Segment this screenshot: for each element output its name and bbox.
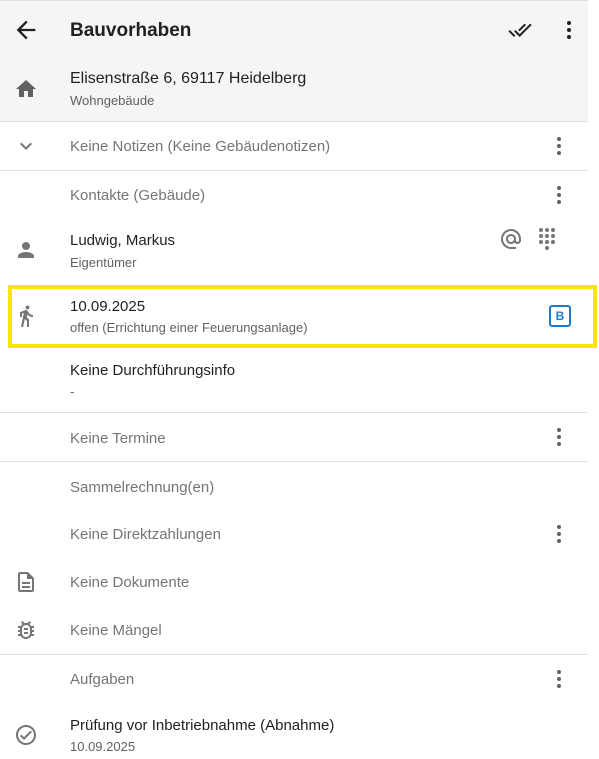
invoices-row[interactable]: Sammelrechnung(en) xyxy=(0,462,588,510)
defects-row[interactable]: Keine Mängel xyxy=(0,606,588,654)
task-title: Prüfung vor Inbetriebnahme (Abnahme) xyxy=(70,717,335,734)
appointments-more-icon[interactable] xyxy=(549,425,569,449)
execution-label: Keine Durchführungsinfo xyxy=(70,362,236,379)
documents-row[interactable]: Keine Dokumente xyxy=(0,558,588,606)
address-line: Elisenstraße 6, 69117 Heidelberg xyxy=(70,70,307,87)
document-icon xyxy=(18,572,34,592)
payments-label: Keine Direktzahlungen xyxy=(70,526,221,543)
defects-label: Keine Mängel xyxy=(70,622,162,639)
page-title: Bauvorhaben xyxy=(70,20,192,41)
app-bar: Bauvorhaben xyxy=(0,0,588,60)
address-row[interactable]: Elisenstraße 6, 69117 Heidelberg Wohngeb… xyxy=(0,60,588,121)
email-at-icon[interactable] xyxy=(499,227,523,251)
documents-label: Keine Dokumente xyxy=(70,574,190,591)
back-arrow-icon[interactable] xyxy=(12,16,40,44)
done-all-icon[interactable] xyxy=(506,18,534,42)
building-type: Wohngebäude xyxy=(70,93,155,108)
tasks-header: Aufgaben xyxy=(0,655,588,703)
notes-more-icon[interactable] xyxy=(549,134,569,158)
more-vert-icon[interactable] xyxy=(559,18,579,42)
dialpad-icon[interactable] xyxy=(535,225,559,251)
tasks-label: Aufgaben xyxy=(70,671,135,688)
appointments-label: Keine Termine xyxy=(70,430,166,447)
tasks-more-icon[interactable] xyxy=(549,667,569,691)
payments-row[interactable]: Keine Direktzahlungen xyxy=(0,510,588,558)
contact-role: Eigentümer xyxy=(70,255,137,270)
notes-row[interactable]: Keine Notizen (Keine Gebäudenotizen) xyxy=(0,122,588,170)
contact-name: Ludwig, Markus xyxy=(70,232,176,249)
execution-info-row[interactable]: Keine Durchführungsinfo - xyxy=(0,352,588,412)
payments-more-icon[interactable] xyxy=(549,522,569,546)
home-icon xyxy=(16,80,36,97)
execution-value: - xyxy=(70,384,75,399)
selection-highlight xyxy=(8,285,597,348)
task-item-row[interactable]: Prüfung vor Inbetriebnahme (Abnahme) 10.… xyxy=(0,703,588,759)
contacts-header: Kontakte (Gebäude) xyxy=(0,171,588,219)
bug-icon xyxy=(18,621,34,639)
task-date: 10.09.2025 xyxy=(70,739,136,754)
notes-label: Keine Notizen (Keine Gebäudenotizen) xyxy=(70,138,331,155)
chevron-down-icon[interactable] xyxy=(14,134,38,158)
contacts-more-icon[interactable] xyxy=(549,183,569,207)
invoices-label: Sammelrechnung(en) xyxy=(70,479,215,496)
contact-person-row[interactable]: Ludwig, Markus Eigentümer xyxy=(0,219,588,281)
check-circle-icon xyxy=(16,725,36,745)
contacts-label: Kontakte (Gebäude) xyxy=(70,187,206,204)
appointments-row[interactable]: Keine Termine xyxy=(0,413,588,461)
person-icon xyxy=(18,242,34,258)
